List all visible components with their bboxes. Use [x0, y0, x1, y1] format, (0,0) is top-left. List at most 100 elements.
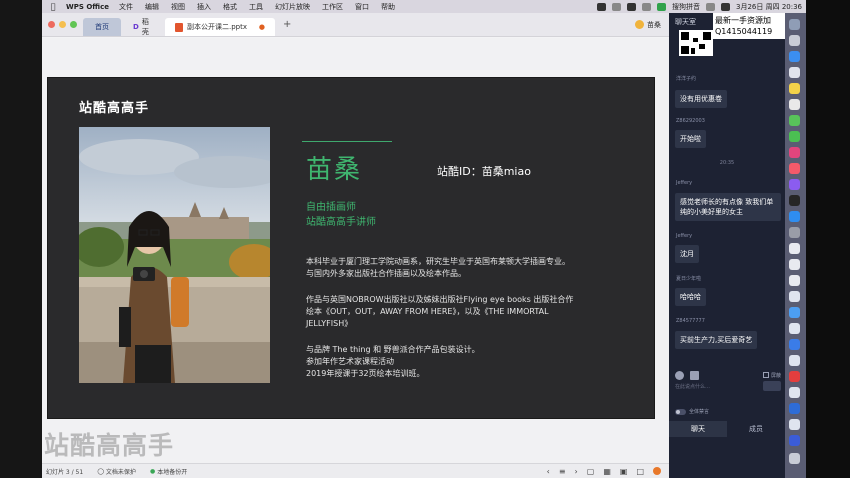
launchpad-icon[interactable] [789, 35, 800, 46]
message-user: Z86292003 [676, 118, 705, 124]
menu-format[interactable]: 格式 [223, 2, 237, 12]
chat-toolbar: 屏蔽 [669, 368, 785, 382]
minimize-window-button[interactable] [59, 21, 66, 28]
new-tab-button[interactable]: + [283, 19, 291, 30]
tab-home[interactable]: 首页 [83, 18, 121, 36]
chat-panel: 聊天室 最新一手资源加 Q1415044119 洋洋子约 没有用优惠卷 Z862… [669, 13, 785, 478]
time-divider: 20:35 [719, 160, 735, 166]
facetime-icon[interactable] [789, 131, 800, 142]
doc-protect-label: 文档未保护 [105, 468, 136, 476]
mic-icon[interactable] [642, 2, 652, 11]
trash-icon[interactable] [789, 453, 800, 464]
mail-icon[interactable] [789, 67, 800, 78]
app-icon[interactable] [789, 275, 800, 286]
reading-view-icon[interactable]: □ [636, 467, 644, 476]
chat-input[interactable]: 在此说点什么… [675, 383, 710, 390]
slide-canvas[interactable]: 站酷高高手 苗桑 站酷ID：苗桑miao 自由插画师 站酷高高手讲师 本科毕业于… [42, 38, 669, 463]
window-controls [42, 21, 83, 28]
app-icon[interactable] [789, 403, 800, 414]
app-icon[interactable] [789, 355, 800, 366]
sorter-view-icon[interactable]: ▦ [603, 467, 611, 476]
screen-toggle[interactable]: 屏蔽 [762, 372, 781, 379]
prev-slide-icon[interactable]: ‹ [547, 467, 550, 476]
finder-icon[interactable] [789, 19, 800, 30]
music-icon[interactable] [789, 163, 800, 174]
app-icon[interactable] [789, 259, 800, 270]
role-lecturer: 站酷高高手讲师 [306, 217, 376, 228]
zcool-id: 站酷ID：苗桑miao [437, 165, 531, 178]
app-icon[interactable] [789, 387, 800, 398]
app-icon[interactable] [789, 243, 800, 254]
appstore-icon[interactable] [789, 211, 800, 222]
battery-icon[interactable] [721, 2, 731, 11]
menu-file[interactable]: 文件 [119, 2, 133, 12]
tab-close-icon[interactable]: ● [259, 23, 265, 31]
image-icon[interactable] [690, 370, 699, 380]
safari-icon[interactable] [789, 51, 800, 62]
menu-tools[interactable]: 工具 [249, 2, 263, 12]
close-window-button[interactable] [48, 21, 55, 28]
tab-document[interactable]: 副本公开课二.pptx ● [165, 18, 275, 36]
app-icon[interactable] [789, 371, 800, 382]
slide[interactable]: 站酷高高手 苗桑 站酷ID：苗桑miao 自由插画师 站酷高高手讲师 本科毕业于… [47, 77, 655, 419]
app-icon[interactable] [789, 291, 800, 302]
apple-icon[interactable]:  [48, 2, 58, 11]
page-indicator[interactable]: 幻灯片 3 / 51 [46, 467, 83, 476]
menu-insert[interactable]: 插入 [197, 2, 211, 12]
message-bubble: 买前生产力,买后爱奇艺 [675, 331, 758, 349]
local-backup[interactable]: ● 本地备份开 [150, 467, 187, 476]
menu-help[interactable]: 帮助 [381, 2, 395, 12]
bio-line: 2019年授课于32页绘本培训班。 [306, 369, 425, 378]
list-view-icon[interactable]: ≡ [559, 467, 566, 476]
app-icon[interactable] [789, 307, 800, 318]
menu-slideshow[interactable]: 幻灯片放映 [275, 2, 310, 12]
menu-workspace[interactable]: 工作区 [322, 2, 343, 12]
emoji-icon[interactable] [675, 370, 684, 380]
messages-icon[interactable] [789, 115, 800, 126]
view-controls: ‹ ≡ › ▢ ▦ ▣ □ [547, 467, 669, 476]
screen-record-icon[interactable] [597, 2, 607, 11]
tab-members[interactable]: 成员 [727, 421, 785, 437]
app-icon[interactable] [789, 323, 800, 334]
left-letterbox [0, 0, 42, 478]
wifi-icon[interactable] [706, 2, 716, 11]
shield-icon: ◯ [97, 467, 104, 475]
notes-icon[interactable] [789, 83, 800, 94]
photos-icon[interactable] [789, 147, 800, 158]
notes-view-icon[interactable]: ▣ [620, 467, 628, 476]
menu-view[interactable]: 视图 [171, 2, 185, 12]
doc-protect[interactable]: ◯ 文档未保护 [97, 467, 136, 476]
app-menu[interactable]: WPS Office [66, 3, 109, 11]
normal-view-icon[interactable]: ▢ [587, 467, 595, 476]
promo-line-1: 最新一手资源加 [715, 16, 771, 25]
input-icon[interactable] [612, 2, 622, 11]
app-icon[interactable] [789, 419, 800, 430]
mute-all-row[interactable]: 全体禁言 [675, 408, 709, 415]
mute-all-toggle[interactable] [675, 408, 686, 415]
message-bubble: 哈哈哈 [675, 288, 706, 306]
calendar-icon[interactable] [789, 99, 800, 110]
menu-edit[interactable]: 编辑 [145, 2, 159, 12]
app-icon[interactable] [789, 339, 800, 350]
tab-chat[interactable]: 聊天 [669, 421, 727, 437]
qr-code [679, 30, 713, 56]
screen-checkbox[interactable] [762, 372, 769, 378]
ime-label[interactable]: 搜狗拼音 [672, 2, 700, 12]
promo-line-2: Q1415044119 [715, 27, 773, 36]
user-name: 苗桑 [647, 20, 661, 29]
play-slideshow-icon[interactable] [653, 467, 661, 475]
avatar [635, 20, 644, 29]
menu-window[interactable]: 窗口 [355, 2, 369, 12]
tv-icon[interactable] [789, 195, 800, 206]
wechat-icon[interactable] [627, 2, 637, 11]
app-icon[interactable] [789, 435, 800, 446]
sogou-icon[interactable] [657, 2, 667, 11]
send-button[interactable] [763, 381, 781, 391]
tab-daoke[interactable]: D 稻壳 [123, 18, 163, 36]
user-account[interactable]: 苗桑 [635, 20, 661, 30]
settings-icon[interactable] [789, 227, 800, 238]
clock[interactable]: 3月26日 周四 20:36 [736, 2, 802, 12]
podcasts-icon[interactable] [789, 179, 800, 190]
zoom-window-button[interactable] [70, 21, 77, 28]
next-slide-icon[interactable]: › [575, 467, 578, 476]
